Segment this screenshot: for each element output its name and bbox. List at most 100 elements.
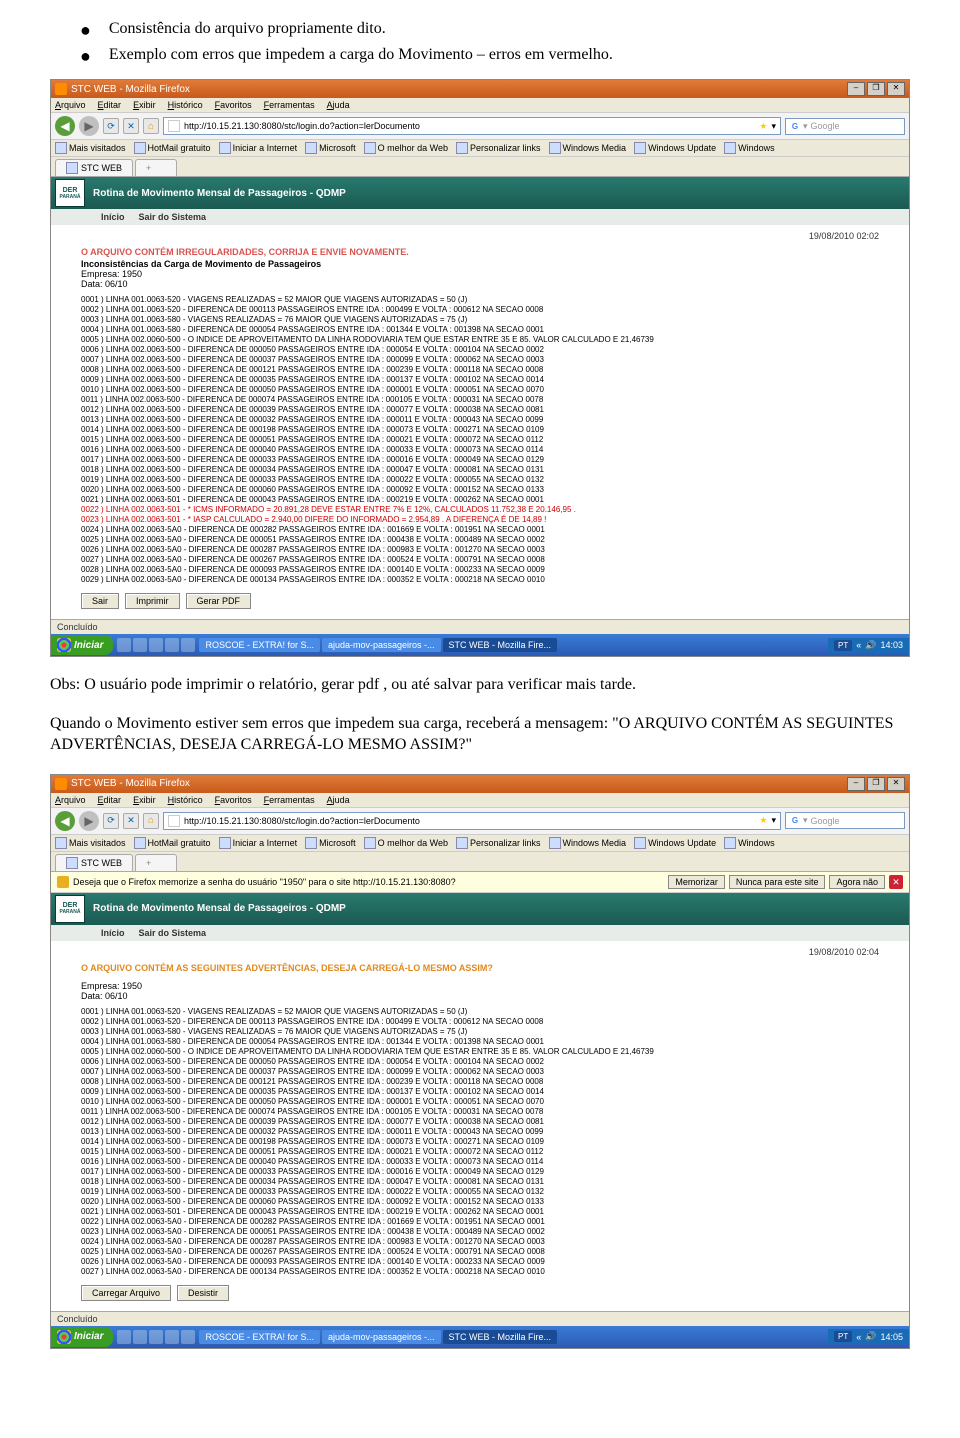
bookmark-item[interactable]: O melhor da Web xyxy=(364,837,448,849)
menu-item[interactable]: Ferramentas xyxy=(264,100,315,110)
ql-icon[interactable] xyxy=(165,638,179,652)
memorizar-button[interactable]: Memorizar xyxy=(668,875,725,889)
menu-item[interactable]: Arquivo xyxy=(55,100,86,110)
close-button[interactable]: ✕ xyxy=(887,777,905,791)
lang-indicator[interactable]: PT xyxy=(834,640,852,651)
menu-item[interactable]: Ajuda xyxy=(327,100,350,110)
ql-icon[interactable] xyxy=(181,1330,195,1344)
tab-stc-web[interactable]: STC WEB xyxy=(55,159,133,176)
ql-icon[interactable] xyxy=(117,1330,131,1344)
menu-item[interactable]: Exibir xyxy=(133,100,156,110)
lang-indicator[interactable]: PT xyxy=(834,1331,852,1342)
new-tab-button[interactable]: + xyxy=(135,159,177,176)
forward-button[interactable]: ▶ xyxy=(79,116,99,136)
maximize-button[interactable]: ❐ xyxy=(867,82,885,96)
menu-item[interactable]: Ferramentas xyxy=(264,795,315,805)
minimize-button[interactable]: – xyxy=(847,82,865,96)
stop-button[interactable]: ✕ xyxy=(123,118,139,134)
bookmark-item[interactable]: HotMail gratuito xyxy=(134,142,211,154)
start-button[interactable]: Iniciar xyxy=(51,1327,113,1347)
new-tab-button[interactable]: + xyxy=(135,854,177,871)
minimize-button[interactable]: – xyxy=(847,777,865,791)
close-button[interactable]: ✕ xyxy=(887,82,905,96)
nav-sair[interactable]: Sair do Sistema xyxy=(139,212,207,222)
back-button[interactable]: ◀ xyxy=(55,811,75,831)
search-box[interactable]: G▾ Google xyxy=(785,118,905,135)
task-item[interactable]: STC WEB - Mozilla Fire... xyxy=(443,1330,558,1344)
nav-inicio[interactable]: Início xyxy=(101,212,125,222)
menu-item[interactable]: Editar xyxy=(98,100,122,110)
bookmark-item[interactable]: Mais visitados xyxy=(55,142,126,154)
forward-button[interactable]: ▶ xyxy=(79,811,99,831)
bookmark-item[interactable]: Personalizar links xyxy=(456,142,541,154)
bookmark-item[interactable]: Windows Update xyxy=(634,837,716,849)
bookmark-item[interactable]: Mais visitados xyxy=(55,837,126,849)
tray-icon[interactable]: « xyxy=(856,1332,861,1342)
url-bar[interactable]: http://10.15.21.130:8080/stc/login.do?ac… xyxy=(163,812,781,830)
reload-button[interactable]: ⟳ xyxy=(103,813,119,829)
error-title: O ARQUIVO CONTÉM IRREGULARIDADES, CORRIJ… xyxy=(81,247,879,257)
bookmark-item[interactable]: Microsoft xyxy=(305,142,356,154)
bookmark-item[interactable]: Windows xyxy=(724,837,775,849)
task-item[interactable]: STC WEB - Mozilla Fire... xyxy=(443,638,558,652)
ql-icon[interactable] xyxy=(133,1330,147,1344)
carregar-button[interactable]: Carregar Arquivo xyxy=(81,1285,171,1301)
ql-icon[interactable] xyxy=(149,1330,163,1344)
bookmarks-toolbar: Mais visitados HotMail gratuito Iniciar a … xyxy=(51,140,909,157)
tray-icon[interactable]: 🔊 xyxy=(865,1331,876,1342)
ql-icon[interactable] xyxy=(149,638,163,652)
nav-inicio[interactable]: Início xyxy=(101,928,125,938)
bookmark-item[interactable]: Windows Media xyxy=(549,142,627,154)
bookmark-star-icon[interactable]: ★ xyxy=(759,121,767,132)
bookmark-item[interactable]: Windows xyxy=(724,142,775,154)
menu-item[interactable]: Editar xyxy=(98,795,122,805)
bookmark-item[interactable]: HotMail gratuito xyxy=(134,837,211,849)
task-item[interactable]: ajuda-mov-passageiros -... xyxy=(322,638,441,652)
task-item[interactable]: ROSCOE - EXTRA! for S... xyxy=(199,1330,320,1344)
menu-item[interactable]: Ajuda xyxy=(327,795,350,805)
menu-item[interactable]: Favoritos xyxy=(215,100,252,110)
stop-button[interactable]: ✕ xyxy=(123,813,139,829)
ql-icon[interactable] xyxy=(165,1330,179,1344)
sair-button[interactable]: Sair xyxy=(81,593,119,609)
menu-item[interactable]: Arquivo xyxy=(55,795,86,805)
url-bar[interactable]: http://10.15.21.130:8080/stc/login.do?ac… xyxy=(163,117,781,135)
bookmark-item[interactable]: Iniciar a Internet xyxy=(219,142,298,154)
tray-icon[interactable]: « xyxy=(856,640,861,650)
reload-button[interactable]: ⟳ xyxy=(103,118,119,134)
ql-icon[interactable] xyxy=(181,638,195,652)
gerar-pdf-button[interactable]: Gerar PDF xyxy=(186,593,252,609)
menu-item[interactable]: Exibir xyxy=(133,795,156,805)
bookmark-item[interactable]: O melhor da Web xyxy=(364,142,448,154)
desistir-button[interactable]: Desistir xyxy=(177,1285,229,1301)
bookmark-item[interactable]: Personalizar links xyxy=(456,837,541,849)
ql-icon[interactable] xyxy=(117,638,131,652)
ql-icon[interactable] xyxy=(133,638,147,652)
back-button[interactable]: ◀ xyxy=(55,116,75,136)
url-dropdown-icon[interactable]: ▾ xyxy=(771,121,776,132)
maximize-button[interactable]: ❐ xyxy=(867,777,885,791)
bookmark-item[interactable]: Iniciar a Internet xyxy=(219,837,298,849)
bookmark-item[interactable]: Microsoft xyxy=(305,837,356,849)
task-item[interactable]: ROSCOE - EXTRA! for S... xyxy=(199,638,320,652)
bookmark-item[interactable]: Windows Update xyxy=(634,142,716,154)
imprimir-button[interactable]: Imprimir xyxy=(125,593,180,609)
task-item[interactable]: ajuda-mov-passageiros -... xyxy=(322,1330,441,1344)
home-button[interactable]: ⌂ xyxy=(143,813,159,829)
tab-stc-web[interactable]: STC WEB xyxy=(55,854,133,871)
agora-nao-button[interactable]: Agora não xyxy=(829,875,885,889)
bookmark-item[interactable]: Windows Media xyxy=(549,837,627,849)
home-button[interactable]: ⌂ xyxy=(143,118,159,134)
windows-taskbar: Iniciar ROSCOE - EXTRA! for S... ajuda-m… xyxy=(51,1326,909,1348)
nav-sair[interactable]: Sair do Sistema xyxy=(139,928,207,938)
tray-icon[interactable]: 🔊 xyxy=(865,640,876,651)
search-box[interactable]: G▾ Google xyxy=(785,812,905,829)
nunca-button[interactable]: Nunca para este site xyxy=(729,875,826,889)
close-prompt-button[interactable]: ✕ xyxy=(889,875,903,889)
bookmark-star-icon[interactable]: ★ xyxy=(759,815,767,826)
menu-item[interactable]: Histórico xyxy=(168,100,203,110)
start-button[interactable]: Iniciar xyxy=(51,635,113,655)
url-dropdown-icon[interactable]: ▾ xyxy=(771,815,776,826)
menu-item[interactable]: Histórico xyxy=(168,795,203,805)
menu-item[interactable]: Favoritos xyxy=(215,795,252,805)
